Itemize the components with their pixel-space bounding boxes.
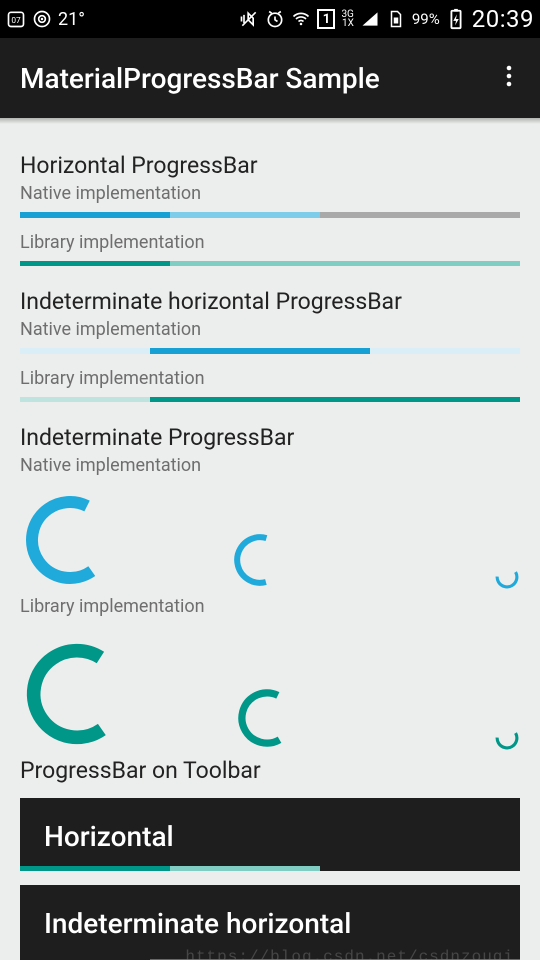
battery-percent: 99% (412, 10, 440, 28)
spinner-medium-icon (234, 685, 300, 751)
spinner-row-native (20, 484, 520, 592)
spinner-row-library (20, 625, 520, 753)
toolbar-card-label: Indeterminate horizontal (44, 907, 496, 940)
calendar-icon: 07 (6, 9, 26, 29)
progress-horizontal-library (20, 261, 520, 266)
podcast-icon (32, 9, 52, 29)
spinner-large-icon (20, 490, 120, 590)
app-bar: MaterialProgressBar Sample (0, 38, 540, 118)
sim-slot-badge: 1 (317, 9, 335, 29)
progress-indet-horiz-native (20, 348, 520, 354)
vibrate-mute-icon (239, 9, 259, 29)
network-type-label: 3G1X (341, 10, 353, 28)
svg-text:07: 07 (11, 16, 21, 26)
label-native-impl: Native implementation (20, 319, 520, 340)
more-vert-icon (506, 64, 512, 88)
signal-icon (360, 9, 380, 29)
label-library-impl: Library implementation (20, 232, 520, 253)
progress-indet-horiz-library (20, 397, 520, 402)
toolbar-progress-horizontal (20, 866, 520, 871)
label-library-impl: Library implementation (20, 368, 520, 389)
toolbar-card-label: Horizontal (44, 820, 496, 853)
label-native-impl: Native implementation (20, 455, 520, 476)
spinner-small-icon (494, 725, 520, 751)
section-title-horizontal: Horizontal ProgressBar (20, 152, 520, 179)
content-scroll[interactable]: Horizontal ProgressBar Native implementa… (0, 124, 540, 960)
progress-horizontal-native (20, 212, 520, 218)
page-title: MaterialProgressBar Sample (20, 62, 380, 95)
sim-card-icon (386, 9, 406, 29)
toolbar-card-indet-horizontal[interactable]: Indeterminate horizontal https://blog.cs… (20, 885, 520, 960)
spinner-large-icon (20, 637, 134, 751)
section-title-indet-circ: Indeterminate ProgressBar (20, 424, 520, 451)
alarm-icon (265, 9, 285, 29)
label-library-impl: Library implementation (20, 596, 520, 617)
clock-text: 20:39 (472, 5, 534, 33)
temperature-text: 21° (58, 9, 85, 30)
section-title-indet-horiz: Indeterminate horizontal ProgressBar (20, 288, 520, 315)
label-native-impl: Native implementation (20, 183, 520, 204)
status-bar: 07 21° 1 3G1X 99% 20:39 (0, 0, 540, 38)
overflow-menu-button[interactable] (498, 56, 520, 100)
section-title-toolbar: ProgressBar on Toolbar (20, 757, 520, 784)
toolbar-card-horizontal[interactable]: Horizontal (20, 798, 520, 871)
battery-charging-icon (446, 9, 466, 29)
wifi-icon (291, 9, 311, 29)
spinner-small-icon (494, 564, 520, 590)
spinner-medium-icon (230, 530, 290, 590)
